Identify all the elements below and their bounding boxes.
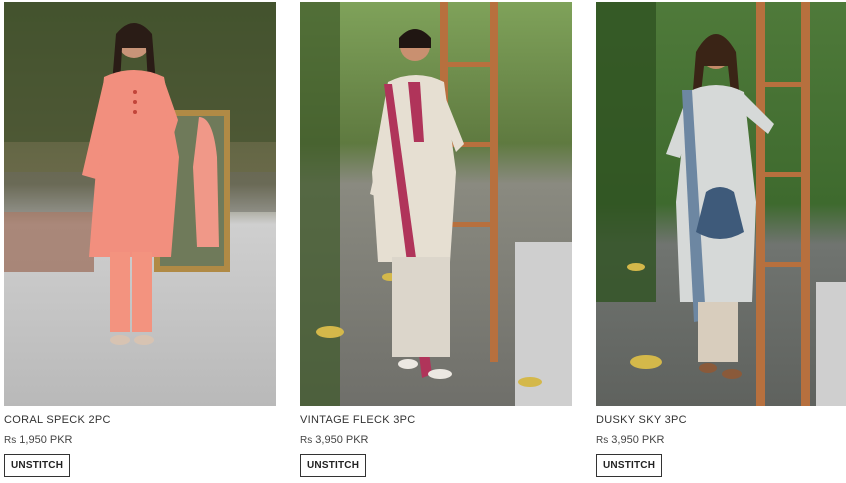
product-price: Rs 3,950 PKR	[596, 434, 846, 446]
product-title[interactable]: VINTAGE FLECK 3PC	[300, 414, 572, 426]
product-image[interactable]	[596, 2, 846, 406]
product-card[interactable]: VINTAGE FLECK 3PC Rs 3,950 PKR UNSTITCH	[300, 2, 572, 477]
product-price: Rs 3,950 PKR	[300, 434, 572, 446]
product-card[interactable]: CORAL SPECK 2PC Rs 1,950 PKR UNSTITCH	[4, 2, 276, 477]
product-price: Rs 1,950 PKR	[4, 434, 276, 446]
product-image[interactable]	[4, 2, 276, 406]
currency-symbol: Rs	[4, 435, 17, 446]
currency-symbol: Rs	[596, 435, 609, 446]
unstitch-button[interactable]: UNSTITCH	[300, 454, 367, 477]
price-value: 3,950 PKR	[315, 434, 369, 446]
unstitch-button[interactable]: UNSTITCH	[4, 454, 71, 477]
currency-symbol: Rs	[300, 435, 313, 446]
product-image[interactable]	[300, 2, 572, 406]
product-title[interactable]: CORAL SPECK 2PC	[4, 414, 276, 426]
product-card[interactable]: DUSKY SKY 3PC Rs 3,950 PKR UNSTITCH	[596, 2, 846, 477]
product-title[interactable]: DUSKY SKY 3PC	[596, 414, 846, 426]
price-value: 1,950 PKR	[19, 434, 73, 446]
unstitch-button[interactable]: UNSTITCH	[596, 454, 663, 477]
price-value: 3,950 PKR	[611, 434, 665, 446]
